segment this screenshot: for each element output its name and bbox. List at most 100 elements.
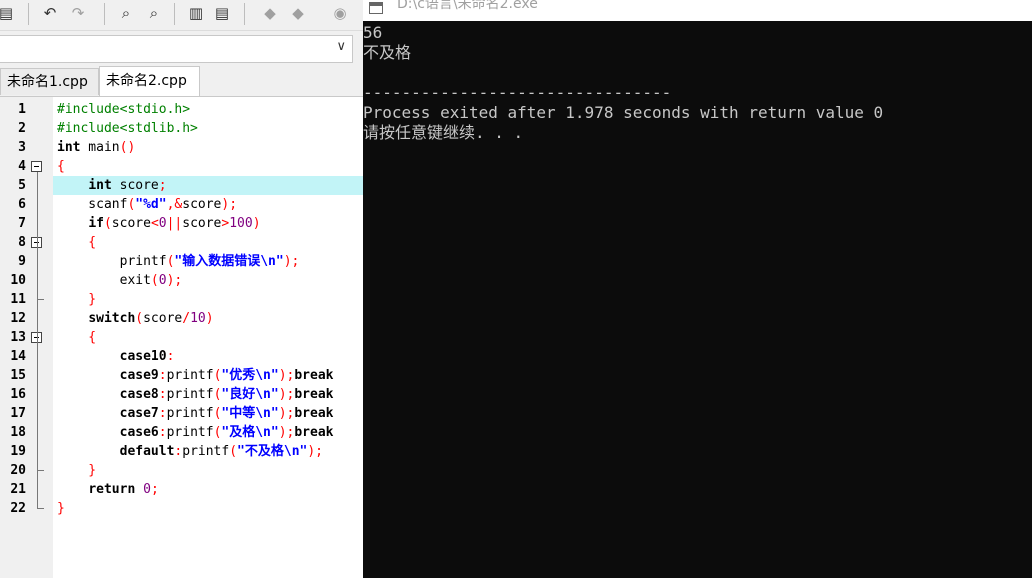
line-number: 14 bbox=[10, 349, 26, 364]
replace-icon[interactable]: ⌕ bbox=[144, 3, 164, 23]
code-token: "良好\n" bbox=[221, 387, 279, 402]
code-line: } bbox=[57, 499, 65, 518]
code-token: } bbox=[57, 463, 97, 478]
code-token: "优秀\n" bbox=[221, 368, 279, 383]
toggle-panel-icon[interactable]: ▥ bbox=[186, 3, 206, 23]
line-number: 16 bbox=[10, 387, 26, 402]
code-token: ( bbox=[229, 444, 238, 459]
code-token: printf bbox=[166, 368, 214, 383]
code-line: { bbox=[57, 328, 96, 347]
line-number: 18 bbox=[10, 425, 26, 440]
code-line: } bbox=[57, 461, 96, 480]
fold-end-marker bbox=[37, 299, 44, 300]
line-number: 9 bbox=[18, 254, 26, 269]
code-line: case10: bbox=[57, 347, 175, 366]
code-line: { bbox=[57, 157, 65, 176]
toolbar: ▤ ↶ ↷ ⌕ ⌕ ▥ ▤ ◆ ◆ ◉ bbox=[0, 0, 363, 31]
code-token: ; bbox=[158, 178, 167, 193]
code-line: } bbox=[57, 290, 96, 309]
tab-file-1[interactable]: 未命名1.cpp bbox=[0, 68, 99, 95]
print-icon[interactable]: ▤ bbox=[0, 3, 16, 23]
code-line: switch(score/10) bbox=[57, 309, 213, 328]
code-token: break bbox=[294, 406, 334, 421]
code-token: ( bbox=[150, 273, 159, 288]
code-token: break bbox=[294, 368, 334, 383]
console-title: D:\c语言\未命名2.exe bbox=[397, 0, 538, 12]
code-token: ); bbox=[307, 444, 324, 459]
console-line: 请按任意键继续. . . bbox=[363, 123, 524, 142]
code-token: "输入数据错误\n" bbox=[174, 254, 284, 269]
code-token: return bbox=[88, 482, 136, 497]
redo-icon[interactable]: ↷ bbox=[68, 3, 88, 23]
code-token: ); bbox=[166, 273, 183, 288]
code-token: printf bbox=[182, 444, 230, 459]
code-token: 10 bbox=[190, 311, 206, 326]
console-window[interactable]: D:\c语言\未命名2.exe 56 不及格 -------------------… bbox=[363, 0, 1032, 578]
code-token: || bbox=[166, 216, 183, 231]
code-token: } bbox=[57, 501, 65, 516]
code-line: default:printf("不及格\n"); bbox=[57, 442, 323, 461]
tab-label: 未命名2.cpp bbox=[106, 73, 187, 89]
code-token: } bbox=[57, 292, 97, 307]
code-line: printf("输入数据错误\n"); bbox=[57, 252, 300, 271]
function-selector[interactable]: ∨ bbox=[0, 35, 353, 63]
fold-end-marker bbox=[37, 508, 44, 509]
console-line: 不及格 bbox=[363, 43, 412, 62]
fold-end-marker bbox=[37, 470, 44, 471]
fold-toggle-icon[interactable] bbox=[31, 161, 42, 172]
code-token: ); bbox=[278, 425, 295, 440]
line-number: 10 bbox=[10, 273, 26, 288]
code-token: case7 bbox=[119, 406, 159, 421]
bookmark-next-icon[interactable]: ◆ bbox=[288, 3, 308, 23]
code-token: switch bbox=[88, 311, 136, 326]
bookmark-prev-icon[interactable]: ◉ bbox=[330, 3, 350, 23]
code-line: { bbox=[57, 233, 96, 252]
code-token: default bbox=[119, 444, 175, 459]
code-token: "及格\n" bbox=[221, 425, 279, 440]
code-line: case6:printf("及格\n");break bbox=[57, 423, 334, 442]
code-token: case6 bbox=[119, 425, 159, 440]
chevron-down-icon[interactable]: ∨ bbox=[336, 39, 346, 54]
code-token: #include<stdlib.h> bbox=[57, 121, 198, 136]
code-token: ( bbox=[135, 311, 144, 326]
console-title-bar[interactable]: D:\c语言\未命名2.exe bbox=[363, 0, 1032, 21]
code-token: ( bbox=[103, 216, 112, 231]
tab-file-2[interactable]: 未命名2.cpp bbox=[99, 66, 200, 96]
code-token: if bbox=[88, 216, 104, 231]
console-app-icon bbox=[369, 2, 383, 14]
code-token: 100 bbox=[229, 216, 253, 231]
code-area[interactable]: #include<stdio.h> #include<stdlib.h> int m… bbox=[53, 97, 363, 578]
find-icon[interactable]: ⌕ bbox=[116, 3, 136, 23]
line-number: 7 bbox=[18, 216, 26, 231]
editor-tabs: 未命名1.cpp 未命名2.cpp bbox=[0, 66, 363, 96]
code-token: ); bbox=[278, 368, 295, 383]
toolbar-separator bbox=[28, 3, 29, 25]
bookmark-icon[interactable]: ◆ bbox=[260, 3, 280, 23]
line-number: 19 bbox=[10, 444, 26, 459]
ide-window: ▤ ↶ ↷ ⌕ ⌕ ▥ ▤ ◆ ◆ ◉ ∨ 未命名1.cpp 未命名2.cpp … bbox=[0, 0, 363, 578]
code-editor[interactable]: 1 2 3 4 5 6 7 8 9 10 11 12 13 14 15 16 17 18 19 20 21 22 #inc… bbox=[0, 96, 363, 578]
code-token: int bbox=[57, 140, 81, 155]
code-token: #include<stdio.h> bbox=[57, 102, 191, 117]
code-token: case10 bbox=[119, 349, 167, 364]
split-view-icon[interactable]: ▤ bbox=[212, 3, 232, 23]
undo-icon[interactable]: ↶ bbox=[40, 3, 60, 23]
code-token: scanf bbox=[57, 197, 128, 212]
line-number: 8 bbox=[18, 235, 26, 250]
code-token: 0 bbox=[158, 273, 167, 288]
code-line: if(score<0||score>100) bbox=[57, 214, 261, 233]
code-token: printf bbox=[57, 254, 167, 269]
code-token: ); bbox=[221, 197, 238, 212]
code-token: ) bbox=[252, 216, 261, 231]
code-token: ); bbox=[283, 254, 300, 269]
code-token: case8 bbox=[119, 387, 159, 402]
